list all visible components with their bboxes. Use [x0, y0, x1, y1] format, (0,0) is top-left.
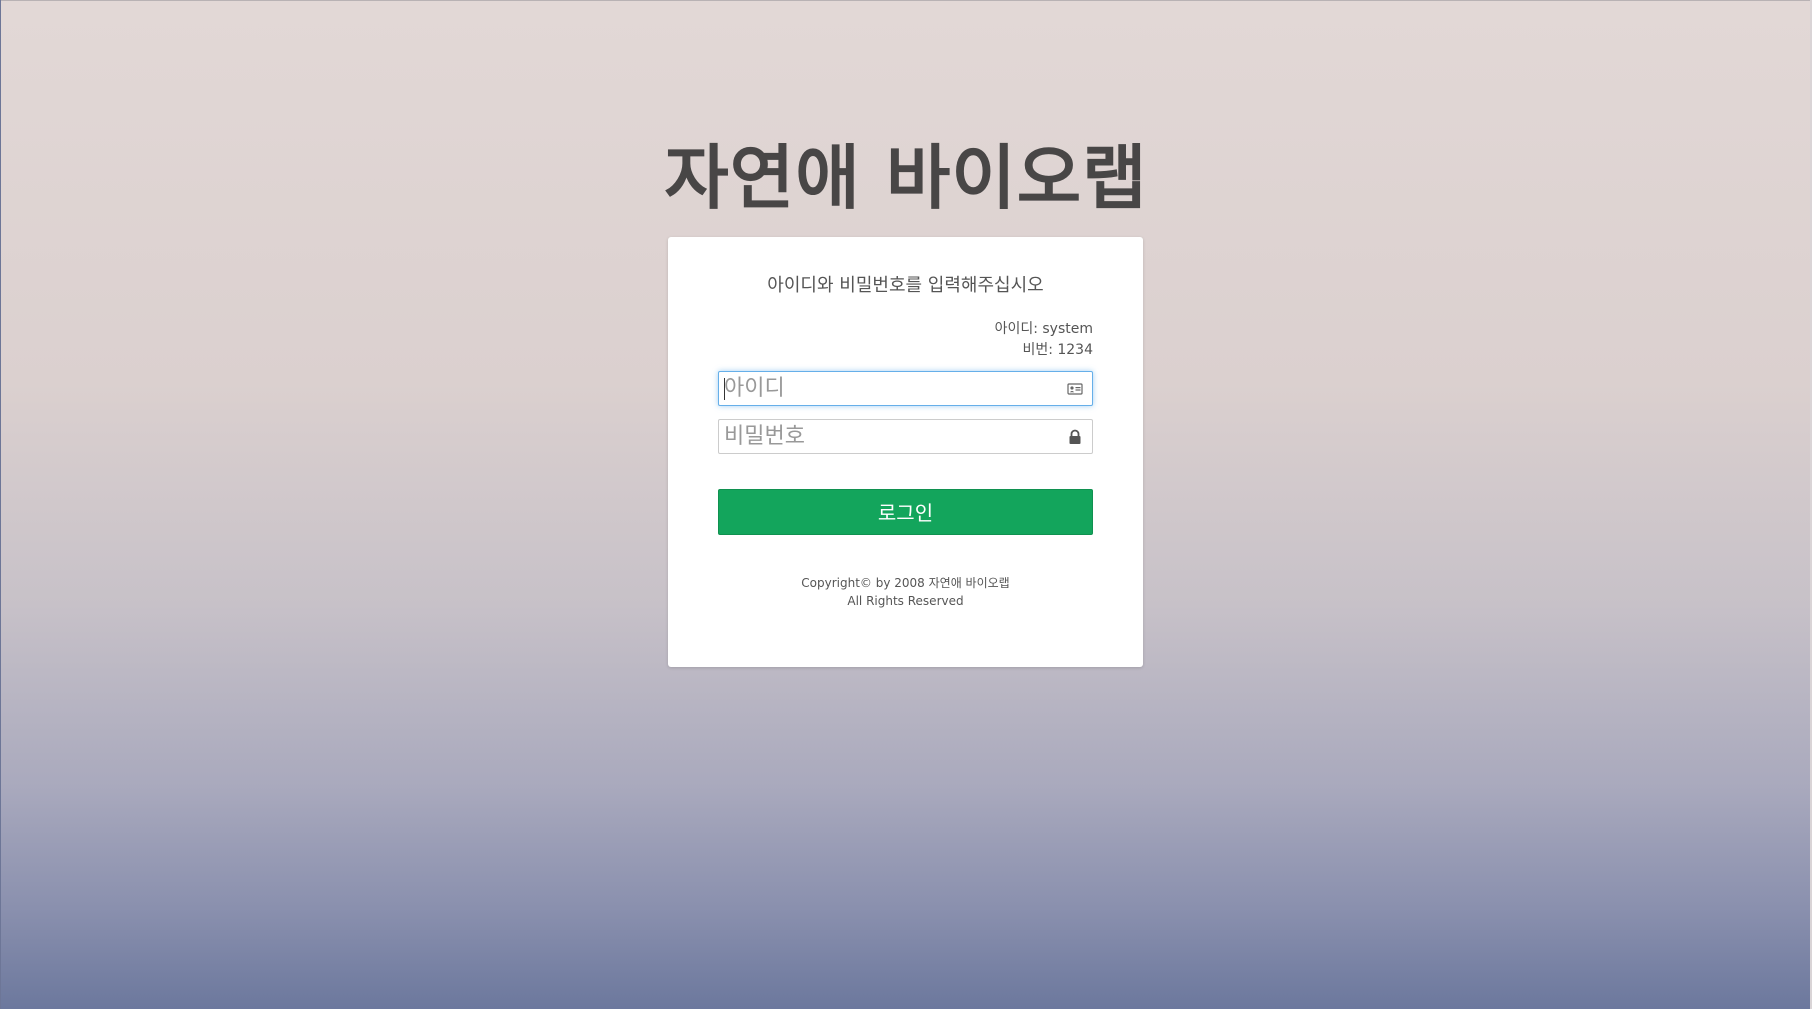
- copyright-line-1: Copyright© by 2008 자연애 바이오랩: [801, 576, 1010, 590]
- password-input[interactable]: [719, 420, 1054, 453]
- login-card: 아이디와 비밀번호를 입력해주십시오 아이디: system 비번: 1234 …: [668, 237, 1143, 667]
- id-input[interactable]: [719, 372, 1054, 405]
- id-card-icon: [1067, 381, 1083, 397]
- copyright: Copyright© by 2008 자연애 바이오랩 All Rights R…: [668, 574, 1143, 610]
- login-prompt: 아이디와 비밀번호를 입력해주십시오: [767, 275, 1044, 296]
- window-top-border: [0, 0, 1812, 1]
- credential-hint: 아이디: system 비번: 1234: [995, 319, 1093, 361]
- hint-id: 아이디: system: [994, 321, 1093, 337]
- hint-password: 비번: 1234: [1022, 342, 1093, 358]
- brand-title: 자연애 바이오랩: [664, 137, 1148, 219]
- password-field[interactable]: [718, 419, 1093, 454]
- copyright-line-2: All Rights Reserved: [847, 594, 964, 608]
- login-button[interactable]: 로그인: [718, 489, 1093, 535]
- id-field[interactable]: [718, 371, 1093, 406]
- text-caret: [724, 378, 725, 400]
- lock-icon: [1067, 429, 1083, 445]
